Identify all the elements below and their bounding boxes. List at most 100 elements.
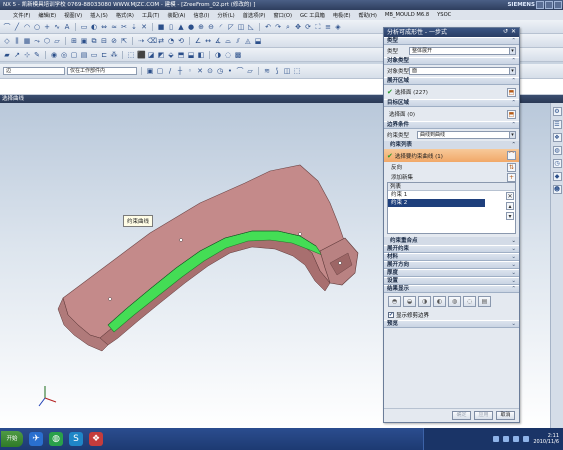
slot-icon[interactable]: ▭	[90, 51, 98, 59]
deselect-icon[interactable]: ▢	[156, 67, 164, 75]
through-mesh-icon[interactable]: ▦	[23, 37, 31, 45]
dialog-reset-icon[interactable]: ↺	[502, 29, 509, 36]
globe-app-icon[interactable]: ◍	[49, 432, 63, 446]
snap-center-icon[interactable]: ⊙	[206, 67, 214, 75]
shaded-edges-icon[interactable]: ◪	[147, 51, 155, 59]
shaded-icon[interactable]: ⬛	[137, 51, 146, 59]
curve-icon[interactable]: ⌒	[3, 23, 11, 31]
section-body-region[interactable]: 展开区域 ⌃	[384, 77, 519, 85]
analysis-icon[interactable]: ∠	[194, 37, 202, 45]
offset-curve-icon[interactable]: ≈	[110, 23, 118, 31]
roles-icon[interactable]: ☻	[552, 185, 562, 194]
point-icon[interactable]: +	[43, 23, 51, 31]
split-body-icon[interactable]: ⊘	[110, 37, 118, 45]
groove-icon[interactable]: ⊏	[100, 51, 108, 59]
stress-map-icon[interactable]: ◑	[418, 296, 431, 307]
section-type[interactable]: 类型 ⌃	[384, 37, 519, 45]
unite-icon[interactable]: ⊕	[197, 23, 205, 31]
select-face-icon[interactable]: ⬒	[507, 87, 516, 97]
show-hide-icon[interactable]: ◑	[214, 51, 222, 59]
zoom-icon[interactable]: ⌕	[284, 23, 292, 31]
text-icon[interactable]: A	[63, 23, 71, 31]
block-icon[interactable]: ■	[157, 23, 165, 31]
flange-map-icon[interactable]: ◍	[448, 296, 461, 307]
reuse-library-icon[interactable]: ❖	[552, 133, 562, 142]
menu-tools[interactable]: 工具(T)	[141, 12, 161, 19]
section-object-type[interactable]: 对象类型 ⌃	[384, 57, 519, 65]
undo-icon[interactable]: ↶	[264, 23, 272, 31]
show-boundary-checkbox[interactable]: ✔	[388, 312, 394, 318]
type-select[interactable]: 整体展开 ▾	[409, 47, 516, 55]
cancel-button[interactable]: 取消	[496, 411, 515, 420]
select-face-icon[interactable]: ⬒	[507, 109, 516, 119]
iso-view-icon[interactable]: ⬙	[167, 51, 175, 59]
synchronous-icon[interactable]: ⟲	[177, 37, 185, 45]
list-item[interactable]: 约束 1	[388, 191, 485, 199]
top-view-icon[interactable]: ⬓	[187, 51, 195, 59]
blank-icon[interactable]: ◌	[224, 51, 232, 59]
color-icon[interactable]: ▩	[234, 51, 242, 59]
subsection-constraint-list[interactable]: 约束列表 ⌃	[384, 141, 519, 149]
menu-electrode[interactable]: 电极(E)	[332, 12, 352, 19]
menu-file[interactable]: 文件(F)	[12, 12, 31, 19]
start-button[interactable]: 开始	[1, 431, 23, 447]
spline-icon[interactable]: ∿	[53, 23, 61, 31]
render-icon[interactable]: ◈	[334, 23, 342, 31]
move-down-icon[interactable]: ▾	[506, 212, 514, 220]
datum-plane-icon[interactable]: ▰	[3, 51, 11, 59]
target-region-row[interactable]: 选择面 (0) ⬒	[384, 107, 519, 121]
pocket-icon[interactable]: ▢	[70, 51, 78, 59]
layer-icon[interactable]: ≡	[324, 23, 332, 31]
curve-rule-icon[interactable]: ≋	[263, 67, 271, 75]
outline-map-icon[interactable]: ◌	[463, 296, 476, 307]
snap-on-face-icon[interactable]: ▱	[246, 67, 254, 75]
menu-format[interactable]: 格式(R)	[115, 12, 135, 19]
ok-button[interactable]: 确定	[452, 411, 471, 420]
project-icon[interactable]: ⇣	[130, 23, 138, 31]
section-icon[interactable]: ⫽	[234, 37, 242, 45]
measure-distance-icon[interactable]: ↔	[204, 37, 212, 45]
wireframe-icon[interactable]: ⬚	[127, 51, 135, 59]
system-materials-icon[interactable]: ◆	[552, 172, 562, 181]
close-button[interactable]	[554, 1, 562, 9]
report-icon[interactable]: ▤	[478, 296, 491, 307]
input-method-icon[interactable]	[523, 436, 530, 442]
bounded-plane-icon[interactable]: ▱	[53, 37, 61, 45]
blend-icon[interactable]: ◜	[217, 23, 225, 31]
nx-app-icon[interactable]: ❖	[89, 432, 103, 446]
section-preview[interactable]: 预览 ⌄	[384, 320, 519, 328]
sew-icon[interactable]: ⊞	[70, 37, 78, 45]
pad-icon[interactable]: ▤	[80, 51, 88, 59]
section-boundary[interactable]: 边界条件 ⌃	[384, 121, 519, 129]
network-icon[interactable]	[493, 436, 500, 442]
body-region-row[interactable]: ✔ 选择面 (227) ⬒	[384, 85, 519, 99]
shell-icon[interactable]: ◫	[237, 23, 245, 31]
delete-icon[interactable]: ✕	[506, 192, 514, 200]
hidden-edges-icon[interactable]: ◩	[157, 51, 165, 59]
n-sided-icon[interactable]: ⬡	[43, 37, 51, 45]
extract-icon[interactable]: ⇱	[120, 37, 128, 45]
add-set-icon[interactable]: +	[507, 172, 516, 182]
object-type-select[interactable]: 面 ▾	[409, 67, 516, 75]
history-icon[interactable]: ◷	[552, 159, 562, 168]
line-icon[interactable]: ╱	[13, 23, 21, 31]
system-clock[interactable]: 2:11 2010/11/6	[533, 433, 559, 445]
draft-analysis-icon[interactable]: ◬	[244, 37, 252, 45]
snap-on-curve-icon[interactable]: ⌒	[236, 67, 244, 75]
snap-midpoint-icon[interactable]: ┼	[176, 67, 184, 75]
select-curve-icon[interactable]: ⌒	[507, 151, 516, 160]
right-view-icon[interactable]: ◧	[197, 51, 205, 59]
intersect-icon[interactable]: ✕	[140, 23, 148, 31]
menu-insert[interactable]: 插入(S)	[89, 12, 109, 19]
apply-button[interactable]: 应用	[474, 411, 493, 420]
menu-gc-toolbox[interactable]: GC 工具箱	[299, 12, 326, 19]
patch-icon[interactable]: ▣	[80, 37, 88, 45]
s-app-icon[interactable]: S	[69, 432, 83, 446]
menu-window[interactable]: 窗口(O)	[272, 12, 293, 19]
sphere-icon[interactable]: ●	[187, 23, 195, 31]
volume-icon[interactable]	[503, 436, 510, 442]
offset-face-icon[interactable]: ⧉	[90, 37, 98, 45]
measure-angle-icon[interactable]: ∡	[214, 37, 222, 45]
circle-icon[interactable]: ○	[33, 23, 41, 31]
rotate-icon[interactable]: ⟳	[304, 23, 312, 31]
